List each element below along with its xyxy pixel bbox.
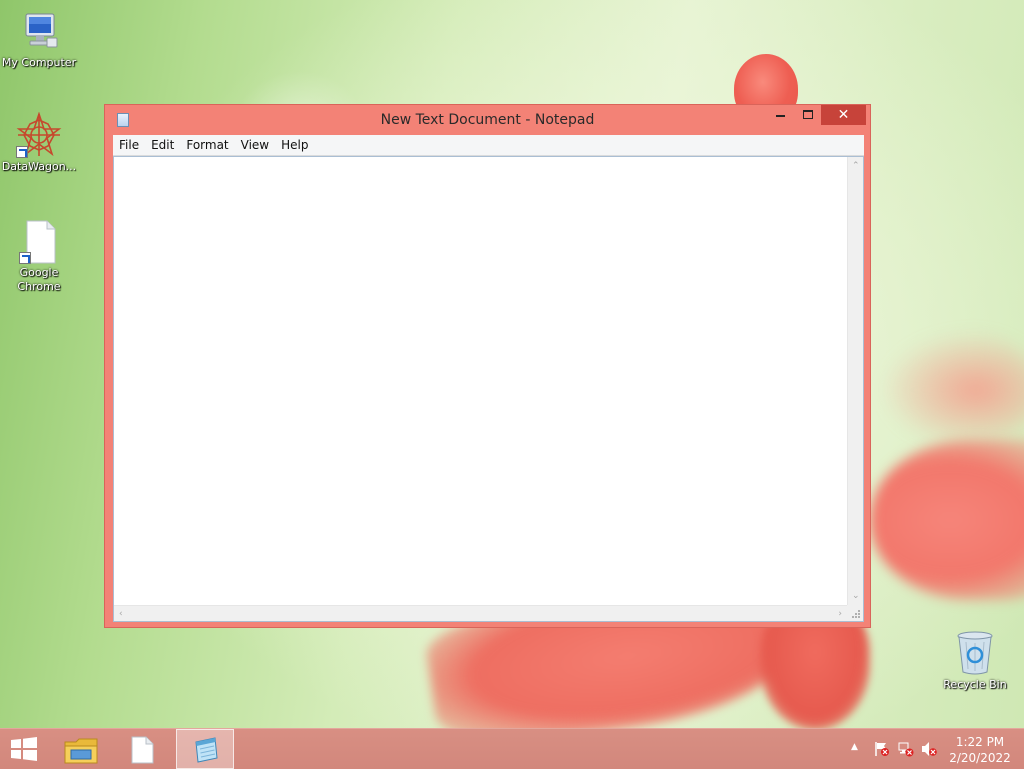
desktop-icon-label: DataWagon...: [1, 160, 77, 173]
menu-view[interactable]: View: [235, 135, 275, 155]
clock[interactable]: 1:22 PM 2/20/2022: [946, 734, 1014, 766]
scroll-up-icon[interactable]: ⌃: [852, 161, 860, 171]
scroll-right-icon[interactable]: ›: [838, 609, 842, 619]
desktop-background: My Computer DataWagon... Google Chrome R…: [0, 0, 1024, 728]
window-title: New Text Document - Notepad: [380, 112, 595, 128]
clock-time: 1:22 PM: [955, 735, 1005, 749]
desktop-icon-google-chrome[interactable]: Google Chrome: [1, 220, 77, 294]
menu-bar: File Edit Format View Help: [113, 135, 864, 156]
menu-help[interactable]: Help: [275, 135, 314, 155]
close-button[interactable]: ✕: [821, 105, 866, 125]
start-button[interactable]: [0, 729, 48, 769]
scroll-down-icon[interactable]: ⌄: [852, 591, 860, 601]
minimize-icon: [775, 114, 785, 117]
title-bar[interactable]: New Text Document - Notepad ✕: [105, 105, 870, 135]
menu-edit[interactable]: Edit: [145, 135, 180, 155]
flower-petal: [870, 440, 1024, 600]
desktop-icon-recycle-bin[interactable]: Recycle Bin: [937, 630, 1013, 692]
document-icon: [130, 736, 154, 767]
text-editor[interactable]: ⌃ ⌄ ‹ ›: [113, 156, 864, 622]
horizontal-scrollbar[interactable]: ‹ ›: [114, 605, 847, 621]
taskbar: ▲ 1:22 PM 2/20/2022: [0, 728, 1024, 769]
taskbar-document[interactable]: [114, 729, 172, 769]
menu-format[interactable]: Format: [180, 135, 234, 155]
notepad-window: New Text Document - Notepad ✕ File Edit Fo…: [104, 104, 871, 628]
shortcut-arrow-icon: [19, 252, 31, 264]
resize-grip-icon[interactable]: [847, 605, 863, 621]
menu-file[interactable]: File: [113, 135, 145, 155]
notepad-icon: [191, 736, 221, 767]
desktop-icon-datawagon[interactable]: DataWagon...: [1, 111, 77, 174]
datawagon-icon: [16, 111, 62, 158]
volume-muted-icon[interactable]: [921, 741, 937, 760]
close-icon: ✕: [837, 107, 850, 123]
document-icon: [19, 220, 59, 264]
file-explorer-icon: [64, 736, 98, 767]
action-center-flag-icon[interactable]: [874, 741, 890, 760]
desktop-icon-label: Recycle Bin: [943, 678, 1007, 691]
start-icon: [10, 737, 38, 764]
shortcut-arrow-icon: [16, 146, 28, 158]
clock-date: 2/20/2022: [949, 751, 1011, 765]
recycle-bin-icon: [955, 630, 995, 676]
minimize-button[interactable]: [767, 105, 793, 125]
network-icon[interactable]: [898, 741, 914, 760]
taskbar-file-explorer[interactable]: [52, 729, 110, 769]
taskbar-notepad[interactable]: [176, 729, 234, 769]
computer-icon: [16, 10, 62, 54]
flower-petal: [880, 330, 1024, 450]
vertical-scrollbar[interactable]: ⌃ ⌄: [847, 157, 863, 605]
scroll-left-icon[interactable]: ‹: [119, 609, 123, 619]
maximize-icon: [803, 110, 813, 119]
maximize-button[interactable]: [795, 105, 821, 125]
desktop-icon-label: Google Chrome: [17, 266, 61, 293]
desktop-icon-my-computer[interactable]: My Computer: [1, 10, 77, 70]
desktop-icon-label: My Computer: [1, 56, 77, 69]
show-hidden-icons-icon[interactable]: ▲: [851, 742, 858, 752]
